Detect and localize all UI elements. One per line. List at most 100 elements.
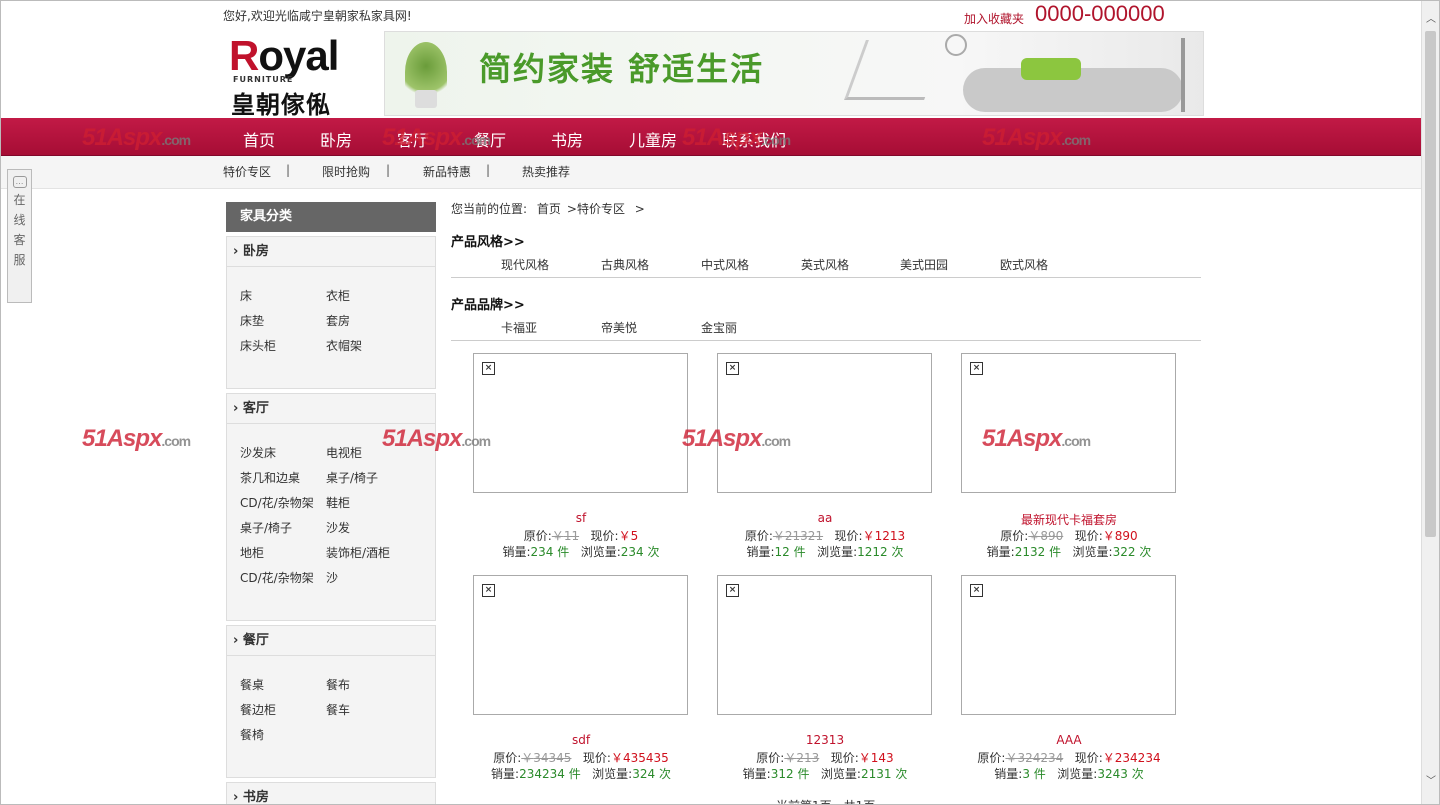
category-item[interactable]: 桌子/椅子 (326, 469, 378, 486)
clock-illustration (945, 34, 967, 56)
original-price: 11 (563, 529, 580, 543)
original-price: 34345 (533, 751, 572, 765)
nav-living-room[interactable]: 客厅 (397, 127, 429, 151)
add-favorite-link[interactable]: 加入收藏夹 (964, 10, 1024, 27)
category-item[interactable]: 床垫 (240, 312, 264, 329)
category-item[interactable]: 餐边柜 (240, 701, 276, 718)
category-item[interactable]: 床 (240, 287, 252, 304)
style-option[interactable]: 中式风格 (701, 256, 749, 273)
category-title[interactable]: › 书房 (227, 783, 435, 804)
product-image[interactable]: × (717, 575, 932, 715)
category-item[interactable]: 套房 (326, 312, 350, 329)
nav-contact[interactable]: 联系我们 (722, 127, 786, 151)
header-banner: 简约家装 舒适生活 (384, 31, 1204, 116)
scrollbar-thumb[interactable] (1425, 31, 1436, 537)
brand-option[interactable]: 卡福亚 (501, 319, 537, 336)
style-option[interactable]: 美式田园 (900, 256, 948, 273)
category-item[interactable]: 餐椅 (240, 726, 264, 743)
subnav-flash-sale[interactable]: 限时抢购 (322, 163, 370, 180)
style-option[interactable]: 欧式风格 (1000, 256, 1048, 273)
subnav-new-products[interactable]: 新品特惠 (423, 163, 471, 180)
sales-count: 234234 (519, 767, 565, 781)
service-char: 线 (13, 213, 26, 227)
category-item[interactable]: 电视柜 (326, 444, 362, 461)
original-price: 890 (1040, 529, 1064, 543)
scroll-down-arrow-icon[interactable]: ﹀ (1422, 773, 1439, 791)
category-item[interactable]: 鞋柜 (326, 494, 350, 511)
hotline-number: 0000-000000 (1035, 1, 1165, 26)
style-option[interactable]: 古典风格 (601, 256, 649, 273)
product-price: 原价:￥21321 现价:￥1213 (744, 529, 906, 543)
product-image[interactable]: × (473, 353, 688, 493)
category-living-room: › 客厅 沙发床 电视柜 茶几和边桌 桌子/椅子 CD/花/杂物架 鞋柜 桌子/… (226, 393, 436, 621)
category-item[interactable]: 餐布 (326, 676, 350, 693)
service-char: 在 (13, 193, 26, 207)
category-item[interactable]: 餐桌 (240, 676, 264, 693)
view-count: 1212 (857, 545, 888, 559)
nav-kids-room[interactable]: 儿童房 (629, 127, 677, 151)
breadcrumb-tail: > (634, 202, 645, 216)
category-item[interactable]: 茶几和边桌 (240, 469, 300, 486)
product-name[interactable]: AAA (939, 733, 1199, 747)
product-name[interactable]: 12313 (695, 733, 955, 747)
nav-dining-room[interactable]: 餐厅 (474, 127, 506, 151)
product-price: 原价:￥213 现价:￥143 (756, 751, 894, 765)
category-item[interactable]: 衣帽架 (326, 337, 362, 354)
category-title[interactable]: › 客厅 (227, 394, 435, 424)
category-item[interactable]: CD/花/杂物架 (240, 569, 314, 586)
product-stats: 销量:312 件 浏览量:2131 次 (742, 767, 908, 781)
breadcrumb-home[interactable]: 首页 (537, 202, 561, 216)
product-name[interactable]: sdf (451, 733, 711, 747)
view-count: 234 (620, 545, 644, 559)
broken-image-icon: × (726, 584, 739, 597)
category-item[interactable]: 沙发 (326, 519, 350, 536)
category-bedroom: › 卧房 床 衣柜 床垫 套房 床头柜 衣帽架 (226, 236, 436, 389)
sales-count: 2132 (1014, 545, 1046, 559)
current-price: 143 (870, 751, 894, 765)
product-image[interactable]: × (473, 575, 688, 715)
style-option[interactable]: 英式风格 (801, 256, 849, 273)
current-price: 5 (630, 529, 639, 543)
broken-image-icon: × (726, 362, 739, 375)
online-service-widget[interactable]: … 在 线 客 服 (7, 169, 32, 303)
category-item[interactable]: 桌子/椅子 (240, 519, 292, 536)
brand-option[interactable]: 金宝丽 (701, 319, 737, 336)
product-name[interactable]: sf (451, 511, 711, 525)
nav-study[interactable]: 书房 (551, 127, 583, 151)
brand-option[interactable]: 帝美悦 (601, 319, 637, 336)
lamp-illustration (1181, 38, 1185, 112)
category-item[interactable]: 餐车 (326, 701, 350, 718)
breadcrumb-current[interactable]: >特价专区 (567, 202, 625, 216)
vertical-scrollbar[interactable]: ︿ ﹀ (1421, 1, 1439, 804)
category-item[interactable]: 沙 (326, 569, 338, 586)
watermark: 51Aspx.com (82, 425, 191, 452)
category-item[interactable]: 衣柜 (326, 287, 350, 304)
style-filter-title: 产品风格>> (451, 235, 525, 250)
product-name[interactable]: aa (695, 511, 955, 525)
subnav-separator: | (286, 163, 291, 177)
scroll-up-arrow-icon[interactable]: ︿ (1422, 11, 1439, 29)
original-price: 213 (796, 751, 820, 765)
nav-home[interactable]: 首页 (243, 127, 275, 151)
category-item[interactable]: 沙发床 (240, 444, 276, 461)
divider (451, 277, 1201, 278)
style-option[interactable]: 现代风格 (501, 256, 549, 273)
category-item[interactable]: 地柜 (240, 544, 264, 561)
nav-bedroom[interactable]: 卧房 (320, 127, 352, 151)
product-stats: 销量:234 件 浏览量:234 次 (502, 545, 660, 559)
broken-image-icon: × (482, 584, 495, 597)
product-image[interactable]: × (717, 353, 932, 493)
category-item[interactable]: CD/花/杂物架 (240, 494, 314, 511)
site-logo[interactable]: Royal FURNITURE 皇朝傢俬 (229, 35, 369, 120)
shelf-illustration (844, 40, 946, 100)
category-title[interactable]: › 卧房 (227, 237, 435, 267)
product-image[interactable]: × (961, 353, 1176, 493)
subnav-hot-sales[interactable]: 热卖推荐 (522, 163, 570, 180)
category-sidebar: 家具分类 › 卧房 床 衣柜 床垫 套房 床头柜 衣帽架 › 客厅 沙发床 电视… (226, 202, 436, 804)
product-image[interactable]: × (961, 575, 1176, 715)
category-item[interactable]: 床头柜 (240, 337, 276, 354)
product-name[interactable]: 最新现代卡福套房 (939, 511, 1199, 528)
category-item[interactable]: 装饰柜/酒柜 (326, 544, 390, 561)
subnav-special-offers[interactable]: 特价专区 (223, 163, 271, 180)
category-title[interactable]: › 餐厅 (227, 626, 435, 656)
